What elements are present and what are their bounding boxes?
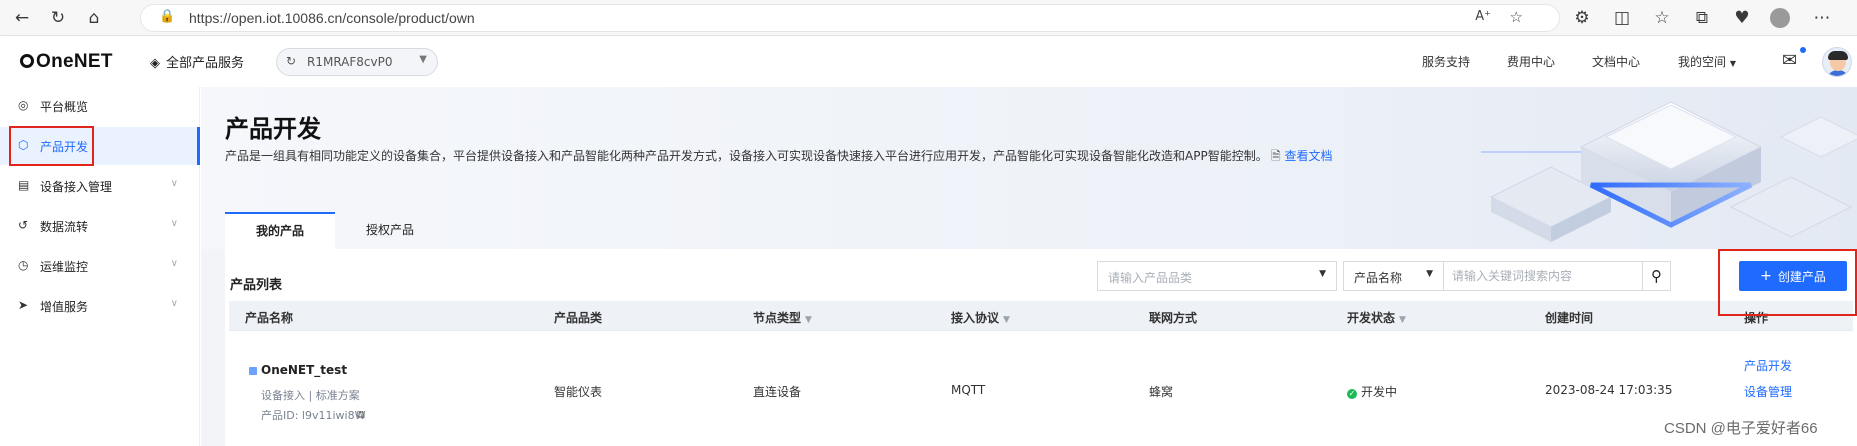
table-row: OneNET_test 设备接入 | 标准方案 产品ID: l9v11iwi8W… [229, 331, 1853, 446]
category-select[interactable]: 请输入产品品类 ▼ [1097, 261, 1337, 291]
document-icon: 🗎 [1271, 149, 1281, 163]
search-button[interactable]: ⚲ [1643, 261, 1671, 291]
nav-docs[interactable]: 文档中心 [1592, 53, 1640, 70]
mail-icon[interactable]: ✉ [1782, 50, 1797, 71]
chevron-down-icon: ∨ [170, 298, 178, 309]
sidebar-item-device-access[interactable]: ▤ 设备接入管理 ∨ [0, 167, 200, 205]
search-input[interactable] [1443, 261, 1643, 291]
performance-icon[interactable]: ♥ [1730, 6, 1754, 30]
chevron-down-icon: ∨ [170, 258, 178, 269]
split-screen-icon[interactable]: ◫ [1610, 6, 1634, 30]
page-description: 产品是一组具有相同功能定义的设备集合，平台提供设备接入和产品智能化两种产品开发方… [225, 149, 1268, 163]
col-header-created: 创建时间 [1545, 311, 1594, 325]
sidebar-item-monitor[interactable]: ◷ 运维监控 ∨ [0, 247, 200, 285]
home-icon[interactable]: ⌂ [82, 6, 106, 30]
product-name[interactable]: OneNET_test [261, 363, 347, 377]
chevron-down-icon: ∨ [170, 178, 178, 189]
favorites-icon[interactable]: ☆ [1650, 6, 1674, 30]
product-develop-link[interactable]: 产品开发 [1744, 357, 1792, 374]
sidebar-item-value-added[interactable]: ➤ 增值服务 ∨ [0, 287, 200, 325]
cell-network: 蜂窝 [1149, 385, 1174, 399]
product-list-card: 产品列表 请输入产品品类 ▼ 产品名称 ▼ ⚲ +创建产品 产品名称 产品品类 … [225, 249, 1857, 446]
avatar[interactable] [1822, 47, 1852, 77]
extensions-icon[interactable]: ⚙ [1570, 6, 1594, 30]
filter-icon[interactable]: ▼ [1003, 315, 1010, 325]
url-text[interactable]: https://open.iot.10086.cn/console/produc… [189, 10, 475, 26]
tab-authorized-products[interactable]: 授权产品 [335, 212, 445, 249]
watermark: CSDN @电子爱好者66 [1664, 420, 1818, 437]
nav-billing[interactable]: 费用中心 [1507, 53, 1555, 70]
cell-protocol: MQTT [951, 383, 986, 397]
highlight-box-sidebar [9, 126, 94, 166]
col-header-category: 产品品类 [554, 311, 603, 325]
sidebar-item-overview[interactable]: ◎ 平台概览 [0, 87, 200, 125]
lock-icon: 🔒 [159, 9, 176, 24]
nav-my-space[interactable]: 我的空间 ▼ [1678, 53, 1736, 70]
more-menu-icon[interactable]: ⋯ [1810, 6, 1834, 30]
list-title: 产品列表 [230, 278, 283, 293]
table-header: 产品名称 产品品类 节点类型 ▼ 接入协议 ▼ 联网方式 开发状态 ▼ 创建时间 操作 [229, 301, 1853, 331]
check-icon: ✓ [1347, 389, 1357, 399]
caret-down-icon: ▼ [1729, 59, 1736, 68]
reload-icon[interactable]: ↻ [46, 6, 70, 30]
cell-node-type: 直连设备 [753, 385, 802, 399]
onenet-logo[interactable]: OneNET [20, 51, 113, 73]
col-header-node-type[interactable]: 节点类型 ▼ [753, 309, 812, 326]
col-header-status[interactable]: 开发状态 ▼ [1347, 309, 1406, 326]
monitor-icon: ◷ [18, 258, 29, 272]
favorite-star-icon[interactable]: ☆ [1510, 8, 1523, 26]
col-header-protocol[interactable]: 接入协议 ▼ [951, 309, 1010, 326]
address-bar[interactable]: 🔒 https://open.iot.10086.cn/console/prod… [140, 4, 1560, 32]
copy-icon[interactable]: ⧉ [357, 408, 365, 422]
collections-icon[interactable]: ⧉ [1690, 6, 1714, 30]
page-title: 产品开发 [225, 115, 321, 143]
all-products-menu[interactable]: ◈ 全部产品服务 [150, 52, 244, 71]
cell-category: 智能仪表 [554, 385, 603, 399]
product-icon [249, 367, 257, 375]
cell-created: 2023-08-24 17:03:35 [1545, 383, 1673, 397]
tab-my-products[interactable]: 我的产品 [225, 212, 335, 249]
service-icon: ➤ [18, 298, 29, 312]
read-aloud-icon[interactable]: A⁺ [1475, 9, 1491, 24]
dataflow-icon: ↺ [18, 218, 29, 232]
diamond-icon: ◈ [150, 56, 160, 71]
caret-down-icon: ▼ [1319, 269, 1326, 279]
device-icon: ▤ [18, 178, 30, 192]
overview-icon: ◎ [18, 98, 29, 112]
sidebar-item-dataflow[interactable]: ↺ 数据流转 ∨ [0, 207, 200, 245]
nav-support[interactable]: 服务支持 [1422, 53, 1470, 70]
top-navigation: OneNET ◈ 全部产品服务 ↻ R1MRAF8cvP0 ▼ 服务支持 费用中心… [0, 37, 1857, 87]
search-field-select[interactable]: 产品名称 ▼ [1343, 261, 1443, 291]
view-docs-link[interactable]: 🗎 查看文档 [1271, 147, 1333, 168]
caret-down-icon: ▼ [419, 54, 427, 65]
browser-toolbar: ← ↻ ⌂ 🔒 https://open.iot.10086.cn/consol… [0, 0, 1857, 36]
search-icon: ⚲ [1651, 267, 1662, 285]
page-header: 产品开发 产品是一组具有相同功能定义的设备集合，平台提供设备接入和产品智能化两种… [201, 87, 1857, 249]
col-header-name: 产品名称 [245, 311, 294, 325]
filter-icon[interactable]: ▼ [1399, 315, 1406, 325]
highlight-box-create [1718, 249, 1857, 316]
col-header-network: 联网方式 [1149, 311, 1198, 325]
product-id: 产品ID: l9v11iwi8W [261, 409, 366, 422]
instance-selector[interactable]: ↻ R1MRAF8cvP0 ▼ [276, 48, 438, 76]
server-illustration [1481, 101, 1857, 242]
chevron-down-icon: ∨ [170, 218, 178, 229]
status-badge: ✓ 开发中 [1347, 385, 1398, 399]
main-content: 产品开发 产品是一组具有相同功能定义的设备集合，平台提供设备接入和产品智能化两种… [201, 87, 1857, 446]
caret-down-icon: ▼ [1426, 269, 1433, 279]
device-manage-link[interactable]: 设备管理 [1744, 383, 1792, 400]
browser-profile-icon[interactable] [1768, 6, 1792, 30]
notification-dot [1800, 47, 1806, 53]
filter-icon[interactable]: ▼ [805, 315, 812, 325]
product-access-tags: 设备接入 | 标准方案 [261, 389, 360, 402]
refresh-icon: ↻ [286, 54, 297, 68]
back-icon[interactable]: ← [10, 6, 34, 30]
